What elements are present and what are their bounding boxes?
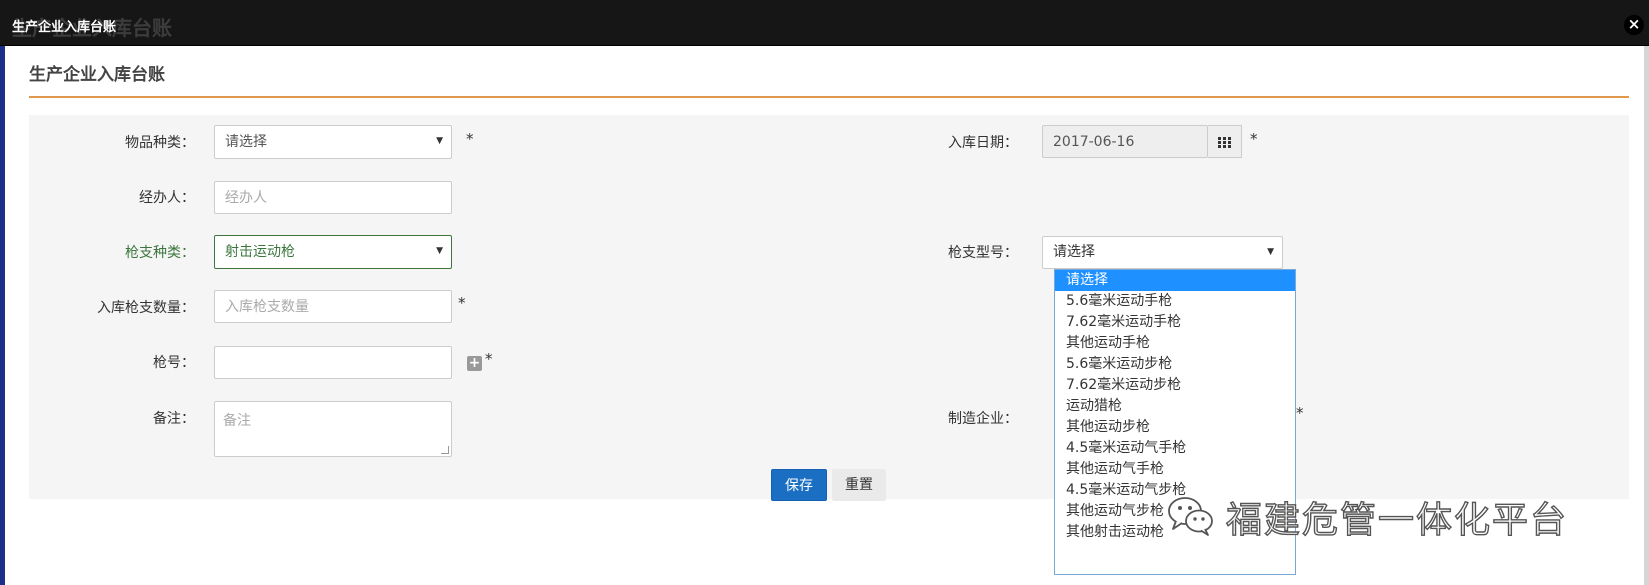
handler-label: 经办人： [139,190,195,206]
resize-handle-icon[interactable] [441,446,449,454]
quantity-input[interactable]: 入库枪支数量 [214,290,452,323]
quantity-placeholder: 入库枪支数量 [225,299,309,315]
required-mark: * [466,130,474,148]
remarks-label: 备注： [153,411,195,427]
watermark-text: 福建危管一体化平台 [1225,499,1569,541]
dialog-window: 生产企业入库台账 生产企业入库台账 × 生产企业入库台账 物品种类： 请选择 ▼… [0,0,1649,585]
storage-date-value: 2017-06-16 [1053,134,1135,150]
required-mark: * [485,350,493,368]
dropdown-option[interactable]: 7.62毫米运动步枪 [1055,375,1295,396]
left-border [0,46,5,585]
reset-button[interactable]: 重置 [832,469,886,501]
chevron-down-icon: ▼ [436,246,443,256]
calendar-icon [1218,137,1232,148]
dropdown-option[interactable]: 7.62毫米运动手枪 [1055,312,1295,333]
quantity-label: 入库枪支数量： [97,300,195,316]
dropdown-option[interactable]: 4.5毫米运动气手枪 [1055,438,1295,459]
gun-model-select[interactable]: 请选择 ▼ [1042,236,1283,269]
dropdown-option[interactable]: 其他运动步枪 [1055,417,1295,438]
handler-input[interactable]: 经办人 [214,181,452,214]
chevron-down-icon: ▼ [436,136,443,146]
item-type-value: 请选择 [225,134,267,150]
dropdown-option[interactable]: 5.6毫米运动步枪 [1055,354,1295,375]
gun-type-label: 枪支种类： [125,245,195,261]
item-type-label: 物品种类： [125,135,195,151]
save-button[interactable]: 保存 [771,469,827,501]
manufacturer-label: 制造企业： [948,411,1018,427]
storage-date-input[interactable]: 2017-06-16 [1042,125,1208,158]
dialog-title: 生产企业入库台账 [12,20,117,35]
chevron-down-icon: ▼ [1267,247,1274,257]
gun-type-select[interactable]: 射击运动枪 ▼ [214,235,452,269]
calendar-button[interactable] [1208,125,1242,158]
scrollbar[interactable] [1644,46,1649,585]
required-mark: * [1250,130,1258,148]
dropdown-option[interactable]: 其他运动手枪 [1055,333,1295,354]
required-mark: * [1296,404,1304,422]
storage-date-label: 入库日期： [948,135,1018,151]
gun-model-value: 请选择 [1053,244,1095,260]
dialog-titlebar: 生产企业入库台账 生产企业入库台账 × [0,0,1649,46]
gun-number-input[interactable] [214,346,452,379]
close-button[interactable]: × [1624,15,1644,35]
dropdown-option[interactable]: 运动猎枪 [1055,396,1295,417]
gun-number-label: 枪号： [153,355,195,371]
dropdown-option[interactable]: 其他运动气手枪 [1055,459,1295,480]
dropdown-option[interactable]: 请选择 [1055,270,1295,291]
item-type-select[interactable]: 请选择 ▼ [214,125,452,159]
gun-type-value: 射击运动枪 [225,244,295,260]
gun-model-label: 枪支型号： [948,245,1018,261]
add-gun-number-button[interactable]: + [467,356,482,371]
page-title: 生产企业入库台账 [29,65,165,85]
required-mark: * [458,294,466,312]
title-divider [29,96,1629,98]
remarks-placeholder: 备注 [223,413,251,429]
handler-placeholder: 经办人 [225,190,267,206]
remarks-textarea[interactable]: 备注 [214,401,452,457]
dropdown-option[interactable]: 5.6毫米运动手枪 [1055,291,1295,312]
wechat-icon [1168,497,1213,536]
